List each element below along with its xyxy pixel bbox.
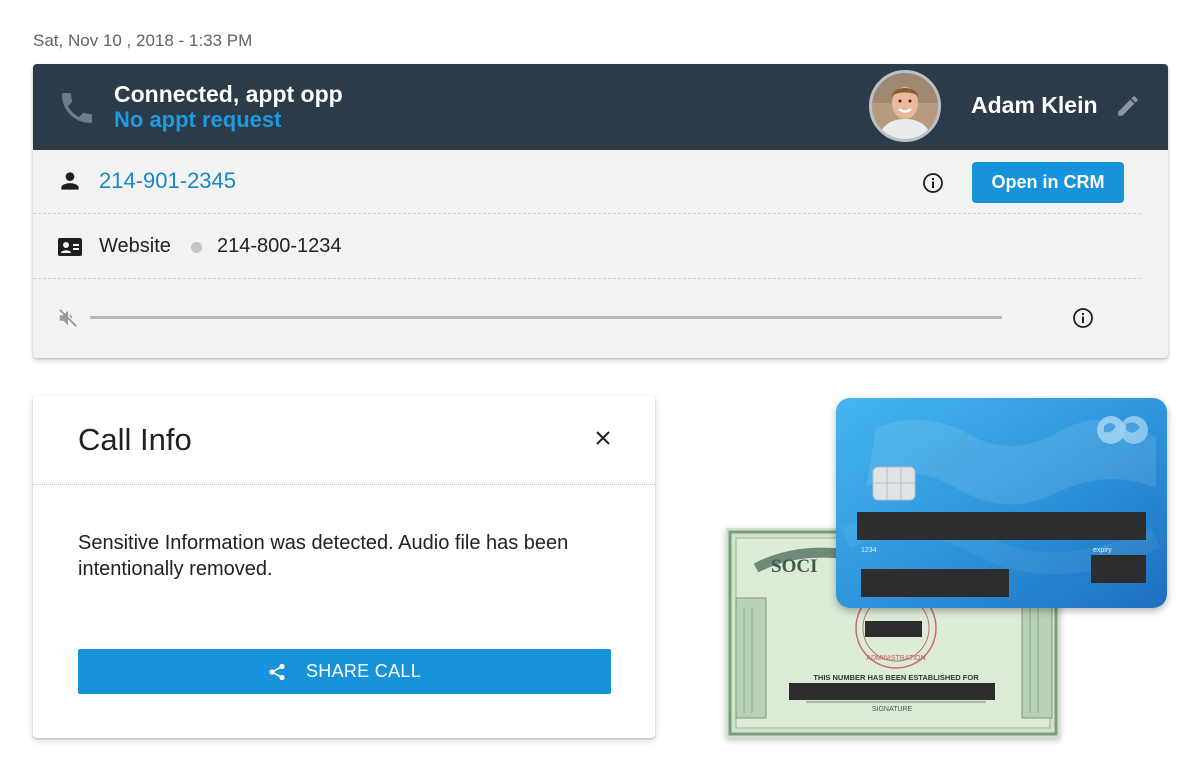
contact-card-icon — [58, 238, 82, 256]
source-phone: 214-800-1234 — [217, 235, 342, 257]
source-row: Website 214-800-1234 — [33, 215, 1141, 279]
share-icon — [269, 663, 285, 680]
ss-card-heading: SOCI — [771, 556, 817, 577]
audio-row — [33, 280, 1141, 356]
sensitive-info-message: Sensitive Information was detected. Audi… — [78, 532, 569, 580]
panel-divider — [33, 484, 655, 485]
avatar — [869, 70, 941, 142]
redaction-bar — [789, 683, 995, 700]
share-call-label: SHARE CALL — [305, 661, 422, 681]
redaction-bar — [861, 569, 1009, 597]
separator-dot — [191, 242, 202, 253]
caller-row: 214-901-2345 Open in CRM — [33, 150, 1141, 214]
share-call-button[interactable]: SHARE CALL — [78, 649, 611, 694]
call-status-title: Connected, appt opp — [114, 81, 343, 107]
info-icon[interactable] — [1071, 306, 1095, 330]
edit-icon[interactable] — [1115, 93, 1141, 119]
ss-card-signature: SIGNATURE — [872, 706, 913, 713]
close-icon[interactable] — [593, 428, 613, 448]
redaction-bar — [1091, 555, 1146, 583]
agent-name: Adam Klein — [971, 92, 1098, 118]
card-expiry-label: expiry — [1093, 547, 1112, 554]
call-status-subtitle: No appt request — [114, 107, 282, 132]
call-timestamp: Sat, Nov 10 , 2018 - 1:33 PM — [33, 31, 253, 50]
ss-card-seal-text: ADMINISTRATION — [866, 655, 925, 662]
credit-card-illustration: 1234 expiry — [836, 398, 1167, 608]
redaction-bar — [857, 512, 1146, 540]
panel-title: Call Info — [78, 422, 192, 457]
source-label: Website — [99, 235, 171, 257]
audio-progress-track[interactable] — [90, 316, 1002, 319]
info-icon[interactable] — [921, 171, 945, 195]
caller-phone-link[interactable]: 214-901-2345 — [99, 168, 236, 194]
card-number-label: 1234 — [861, 547, 877, 554]
person-icon — [61, 172, 79, 190]
call-header: Connected, appt opp No appt request Adam… — [33, 64, 1168, 150]
ss-card-notice: THIS NUMBER HAS BEEN ESTABLISHED FOR — [813, 673, 979, 682]
phone-icon — [62, 93, 92, 123]
mute-icon[interactable] — [57, 307, 79, 329]
call-info-panel: Call Info Sensitive Information was dete… — [33, 396, 655, 738]
open-in-crm-button[interactable]: Open in CRM — [972, 162, 1124, 203]
call-card: Connected, appt opp No appt request Adam… — [33, 64, 1168, 358]
redaction-bar — [865, 621, 922, 637]
